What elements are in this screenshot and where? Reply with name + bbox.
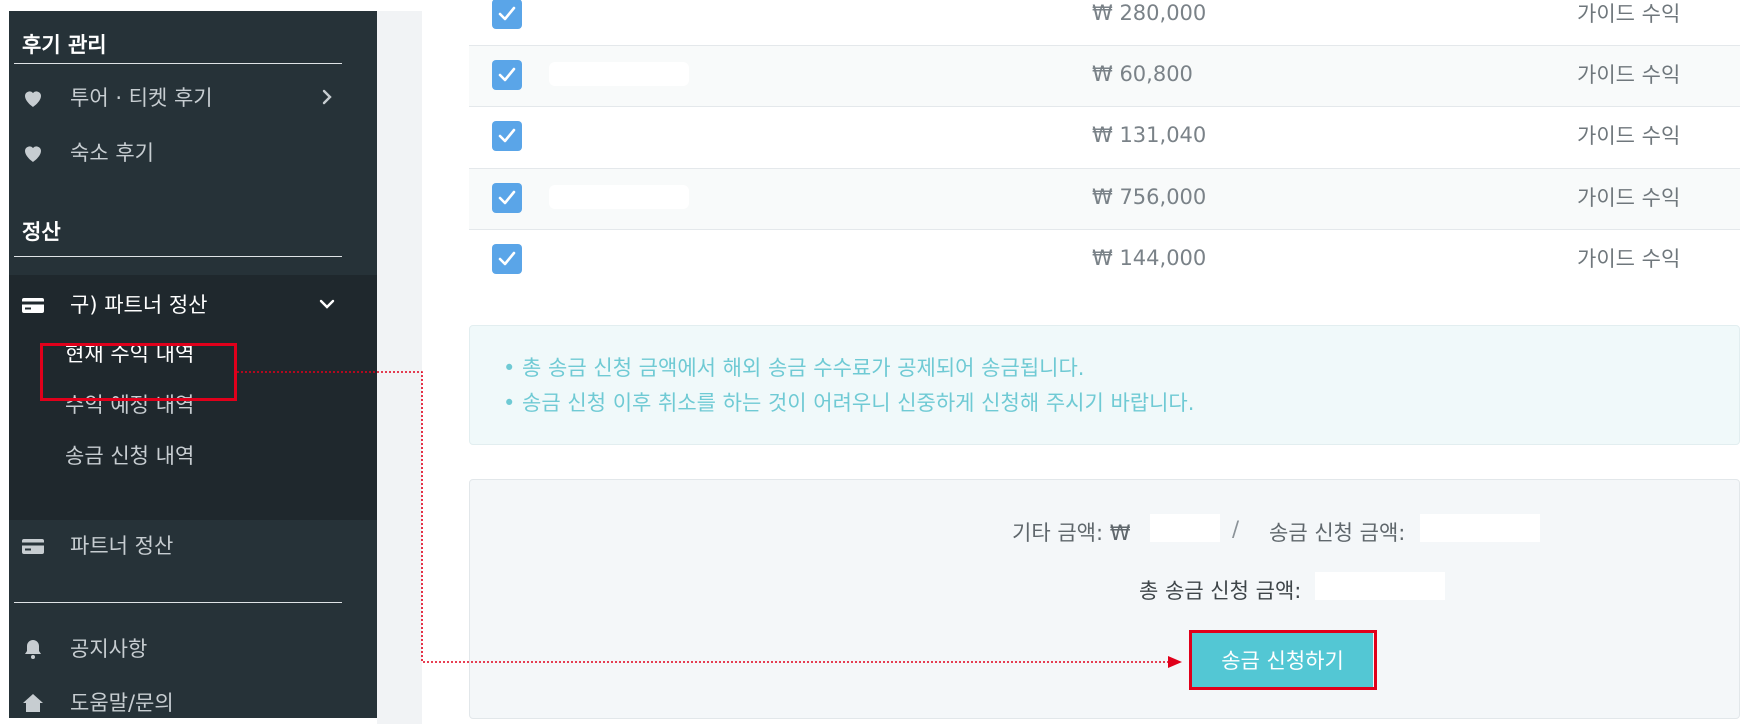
- row-amount: ₩ 60,800: [1092, 62, 1193, 86]
- table-row: ₩ 756,000 가이드 수익: [469, 168, 1740, 229]
- reviews-section-title: 후기 관리: [22, 33, 107, 57]
- bell-icon: [25, 640, 41, 659]
- section-divider: [14, 63, 342, 64]
- row-amount: ₩ 144,000: [1092, 246, 1207, 270]
- notice-box: • 총 송금 신청 금액에서 해외 송금 수수료가 공제되어 송금됩니다. • …: [469, 325, 1740, 445]
- row-type: 가이드 수익: [1577, 124, 1681, 148]
- card-icon: [22, 298, 44, 313]
- name-redaction: [549, 185, 689, 209]
- nav-label: 공지사항: [70, 637, 148, 661]
- sub-item-current-earnings[interactable]: 현재 수익 내역: [65, 338, 194, 368]
- heart-icon: [25, 146, 41, 162]
- chevron-down-icon: [319, 299, 335, 309]
- section-divider: [14, 256, 342, 257]
- check-icon: [498, 251, 516, 266]
- old-partner-group: 구) 파트너 정산 현재 수익 내역 수익 예정 내역 송금 신청 내역: [9, 275, 377, 520]
- other-amount-label: 기타 금액: ₩: [1012, 521, 1131, 545]
- amount-redaction: [1315, 572, 1445, 600]
- total-amount-label: 총 송금 신청 금액:: [1139, 579, 1302, 603]
- nav-label: 구) 파트너 정산: [70, 293, 208, 317]
- sub-item-expected-earnings[interactable]: 수익 예정 내역: [65, 389, 194, 419]
- nav-item-help[interactable]: 도움말/문의: [9, 676, 377, 718]
- nav-label: 숙소 후기: [70, 141, 154, 165]
- notice-line: • 송금 신청 이후 취소를 하는 것이 어려우니 신중하게 신청해 주시기 바…: [503, 391, 1195, 415]
- check-icon: [498, 190, 516, 205]
- table-row: ₩ 280,000 가이드 수익: [469, 0, 1740, 45]
- separator: /: [1232, 517, 1240, 541]
- nav-label: 도움말/문의: [70, 691, 174, 715]
- remittance-summary: 기타 금액: ₩ / 송금 신청 금액: 총 송금 신청 금액: 송금 신청하기: [469, 479, 1740, 719]
- row-checkbox[interactable]: [492, 0, 522, 29]
- home-icon: [23, 694, 43, 712]
- row-type: 가이드 수익: [1577, 63, 1681, 87]
- row-type: 가이드 수익: [1577, 247, 1681, 271]
- nav-item-old-partner-settlement[interactable]: 구) 파트너 정산: [9, 278, 377, 330]
- chevron-right-icon: [322, 89, 332, 105]
- table-row: ₩ 60,800 가이드 수익: [469, 45, 1740, 106]
- check-icon: [498, 6, 516, 21]
- amount-redaction: [1420, 514, 1540, 542]
- table-row: ₩ 144,000 가이드 수익: [469, 229, 1740, 290]
- card-icon: [22, 539, 44, 554]
- check-icon: [498, 67, 516, 82]
- nav-item-stay-reviews[interactable]: 숙소 후기: [9, 126, 377, 178]
- section-divider: [14, 602, 342, 603]
- submit-remittance-button[interactable]: 송금 신청하기: [1192, 633, 1373, 687]
- row-amount: ₩ 131,040: [1092, 123, 1207, 147]
- nav-item-notices[interactable]: 공지사항: [9, 622, 377, 674]
- row-checkbox[interactable]: [492, 60, 522, 90]
- sidebar: 후기 관리 투어 · 티켓 후기 숙소 후기 정산 구) 파트너 정산 현재 수…: [9, 11, 377, 718]
- request-amount-label: 송금 신청 금액:: [1269, 521, 1406, 545]
- settlement-section-title: 정산: [22, 220, 61, 244]
- table-row: ₩ 131,040 가이드 수익: [469, 106, 1740, 167]
- amount-redaction: [1150, 514, 1220, 542]
- row-type: 가이드 수익: [1577, 2, 1681, 26]
- nav-label: 투어 · 티켓 후기: [70, 86, 213, 110]
- row-type: 가이드 수익: [1577, 186, 1681, 210]
- notice-line: • 총 송금 신청 금액에서 해외 송금 수수료가 공제되어 송금됩니다.: [503, 356, 1085, 380]
- sub-item-remittance-history[interactable]: 송금 신청 내역: [65, 440, 194, 470]
- check-icon: [498, 128, 516, 143]
- row-checkbox[interactable]: [492, 244, 522, 274]
- nav-label: 파트너 정산: [70, 534, 174, 558]
- row-checkbox[interactable]: [492, 183, 522, 213]
- row-amount: ₩ 756,000: [1092, 185, 1207, 209]
- row-amount: ₩ 280,000: [1092, 1, 1207, 25]
- content-gutter: [377, 11, 422, 724]
- nav-item-tour-reviews[interactable]: 투어 · 티켓 후기: [9, 71, 377, 123]
- name-redaction: [549, 62, 689, 86]
- heart-icon: [25, 91, 41, 107]
- row-checkbox[interactable]: [492, 121, 522, 151]
- nav-item-partner-settlement[interactable]: 파트너 정산: [9, 519, 377, 571]
